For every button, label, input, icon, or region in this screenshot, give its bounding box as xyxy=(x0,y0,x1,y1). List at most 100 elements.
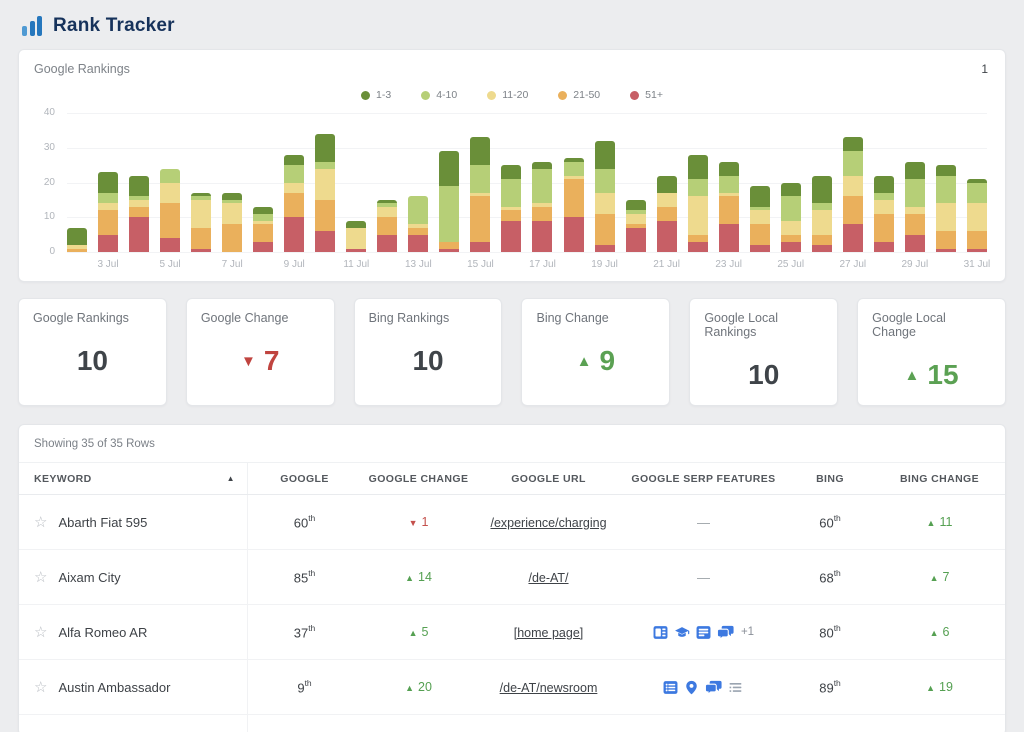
bar-segment-1-3 xyxy=(98,172,118,193)
column-header-label: KEYWORD xyxy=(34,473,92,485)
bar-segment-51 xyxy=(501,221,521,252)
x-axis-label xyxy=(253,259,273,270)
legend-dot-icon xyxy=(361,91,370,100)
bar-31-jul[interactable] xyxy=(967,179,987,252)
table-row-count: Showing 35 of 35 Rows xyxy=(34,438,1005,450)
x-axis-label xyxy=(812,259,832,270)
bar-19-jul[interactable] xyxy=(595,141,615,252)
bar-20-jul[interactable] xyxy=(626,200,646,252)
stat-card-bing-change: Bing Change▲9 xyxy=(521,298,670,406)
bar-segment-4-10 xyxy=(408,196,428,224)
google-rank-number: 9 xyxy=(297,680,304,695)
x-axis-label xyxy=(874,259,894,270)
bar-7-jul[interactable] xyxy=(222,193,242,252)
legend-item-4-10[interactable]: 4-10 xyxy=(421,89,457,101)
sort-ascending-icon[interactable]: ▲ xyxy=(227,474,235,483)
legend-dot-icon xyxy=(487,91,496,100)
bar-segment-4-10 xyxy=(781,196,801,220)
bar-segment-21-50 xyxy=(439,242,459,249)
bar-segment-21-50 xyxy=(843,196,863,224)
x-axis-label-text: 17 Jul xyxy=(529,259,556,270)
bar-22-jul[interactable] xyxy=(688,155,708,252)
bar-6-jul[interactable] xyxy=(191,193,211,252)
bar-segment-11-20 xyxy=(874,200,894,214)
favorite-star-icon[interactable]: ☆ xyxy=(34,680,47,695)
bar-segment-51 xyxy=(874,242,894,252)
bar-segment-1-3 xyxy=(253,207,273,214)
table-row-austin-ambassador: ☆Austin Ambassador9th▲20/de-AT/newsroom8… xyxy=(19,660,1005,715)
bar-3-jul[interactable] xyxy=(98,172,118,252)
x-axis-label: 9 Jul xyxy=(284,259,304,270)
bar-16-jul[interactable] xyxy=(501,165,521,252)
bar-15-jul[interactable] xyxy=(470,137,490,252)
stat-card-value: ▼7 xyxy=(201,345,320,377)
y-axis-label-0: 0 xyxy=(27,246,55,257)
bar-17-jul[interactable] xyxy=(532,162,552,252)
column-header-google-change[interactable]: GOOGLE CHANGE xyxy=(361,473,476,485)
x-axis-label xyxy=(688,259,708,270)
google-url-link[interactable]: [home page] xyxy=(514,626,584,640)
bar-23-jul[interactable] xyxy=(719,162,739,252)
chart-page-indicator[interactable]: 1 xyxy=(981,62,988,76)
favorite-star-icon[interactable]: ☆ xyxy=(34,570,47,585)
column-header-bing[interactable]: BING xyxy=(786,473,874,485)
bar-13-jul[interactable] xyxy=(408,196,428,252)
bar-14-jul[interactable] xyxy=(439,151,459,252)
column-header-google[interactable]: GOOGLE xyxy=(248,473,361,485)
bar-24-jul[interactable] xyxy=(750,186,770,252)
serp-features-more-count: +1 xyxy=(741,626,754,638)
stat-card-label: Google Rankings xyxy=(33,311,152,325)
bar-segment-1-3 xyxy=(905,162,925,179)
bar-29-jul[interactable] xyxy=(905,162,925,252)
bar-segment-51 xyxy=(626,228,646,252)
column-header-google-url[interactable]: GOOGLE URL xyxy=(476,473,621,485)
bar-8-jul[interactable] xyxy=(253,207,273,252)
bar-segment-4-10 xyxy=(688,179,708,196)
bars-container xyxy=(67,113,987,252)
bar-segment-1-3 xyxy=(346,221,366,228)
column-header-keyword[interactable]: KEYWORD ▲ xyxy=(19,463,248,494)
keyword-cell: ☆Alfa Romeo AR xyxy=(19,605,248,659)
legend-item-1-3[interactable]: 1-3 xyxy=(361,89,391,101)
x-axis-label-text: 23 Jul xyxy=(715,259,742,270)
bar-segment-4-10 xyxy=(874,193,894,200)
bing-change-value: 6 xyxy=(942,625,949,639)
bar-4-jul[interactable] xyxy=(129,176,149,252)
legend-item-51[interactable]: 51+ xyxy=(630,89,663,101)
column-header-bing-change[interactable]: BING CHANGE xyxy=(874,473,1005,485)
favorite-star-icon[interactable]: ☆ xyxy=(34,625,47,640)
bar-28-jul[interactable] xyxy=(874,176,894,252)
bar-9-jul[interactable] xyxy=(284,155,304,252)
rank-tracker-logo-icon xyxy=(22,16,42,36)
column-header-google-serp-features[interactable]: GOOGLE SERP FEATURES xyxy=(621,473,786,485)
google-url-link[interactable]: /de-AT/newsroom xyxy=(500,681,598,695)
bar-11-jul[interactable] xyxy=(346,221,366,252)
google-url-link[interactable]: /experience/charging xyxy=(490,516,606,530)
stat-card-value: ▲9 xyxy=(536,345,655,377)
serp-feature-top-stories-icon xyxy=(696,625,711,640)
bar-26-jul[interactable] xyxy=(812,176,832,252)
bar-10-jul[interactable] xyxy=(315,134,335,252)
google-url-link[interactable]: /de-AT/ xyxy=(528,571,568,585)
bar-21-jul[interactable] xyxy=(657,176,677,252)
bar-segment-1-3 xyxy=(67,228,87,245)
bar-segment-11-20 xyxy=(626,214,646,224)
bar-segment-11-20 xyxy=(191,200,211,228)
google-url-cell: /de-AT/newsroom xyxy=(476,680,621,695)
google-rank-suffix: th xyxy=(305,678,312,688)
bar-2-jul[interactable] xyxy=(67,228,87,252)
legend-item-11-20[interactable]: 11-20 xyxy=(487,89,528,101)
stat-card-number: 9 xyxy=(600,345,616,377)
bar-5-jul[interactable] xyxy=(160,169,180,252)
bar-25-jul[interactable] xyxy=(781,183,801,252)
bar-30-jul[interactable] xyxy=(936,165,956,252)
google-change-value: 1 xyxy=(421,515,428,529)
bar-segment-11-20 xyxy=(377,207,397,217)
legend-item-21-50[interactable]: 21-50 xyxy=(558,89,600,101)
bar-27-jul[interactable] xyxy=(843,137,863,252)
bar-18-jul[interactable] xyxy=(564,158,584,252)
arrow-down-icon: ▼ xyxy=(241,354,256,369)
favorite-star-icon[interactable]: ☆ xyxy=(34,515,47,530)
bar-12-jul[interactable] xyxy=(377,200,397,252)
bar-segment-51 xyxy=(936,249,956,252)
